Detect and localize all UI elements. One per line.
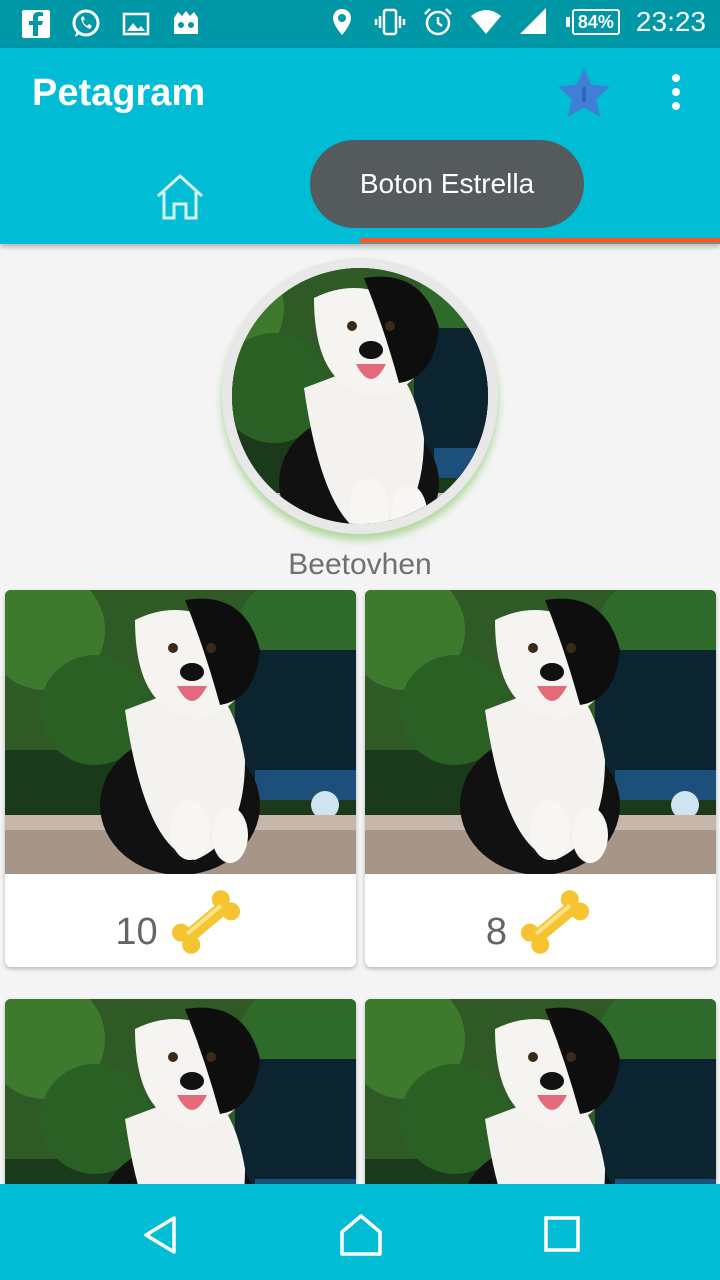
like-count: 10 <box>115 911 158 953</box>
battery-level: 84% <box>571 9 620 35</box>
gallery-icon <box>122 12 150 36</box>
bone-icon[interactable] <box>515 884 595 960</box>
likes-row: 10 <box>5 880 356 960</box>
home-icon[interactable] <box>150 172 210 222</box>
game-icon <box>174 11 198 34</box>
pet-card[interactable]: 10 <box>5 590 356 967</box>
system-icons: 84% 23:23 <box>326 6 706 38</box>
status-bar: 84% 23:23 <box>0 0 720 48</box>
like-count: 8 <box>485 911 508 953</box>
pet-photo <box>365 590 716 874</box>
more-vert-icon[interactable] <box>660 72 692 112</box>
recents-icon[interactable] <box>540 1212 586 1258</box>
pet-card[interactable]: 8 <box>365 590 716 967</box>
facebook-icon <box>22 10 50 38</box>
star-icon[interactable] <box>554 64 614 124</box>
pet-photo <box>5 999 356 1184</box>
pet-photo <box>365 999 716 1184</box>
wifi-icon <box>470 10 501 34</box>
likes-row: 8 <box>365 880 716 960</box>
location-icon <box>332 9 351 35</box>
bone-icon[interactable] <box>166 884 246 960</box>
whatsapp-icon <box>72 9 100 37</box>
toast-message: Boton Estrella <box>310 140 584 228</box>
vibrate-icon <box>374 8 406 36</box>
battery-icon: 84% <box>565 9 620 35</box>
pet-card[interactable] <box>365 999 716 1184</box>
profile-avatar <box>222 258 498 534</box>
tab-indicator <box>360 238 720 243</box>
app-title: Petagram <box>32 72 206 114</box>
notification-icons <box>20 8 202 40</box>
signal-icon <box>519 8 546 34</box>
pet-card[interactable] <box>5 999 356 1184</box>
back-icon[interactable] <box>138 1212 184 1258</box>
home-nav-icon[interactable] <box>338 1212 384 1258</box>
clock: 23:23 <box>635 6 706 37</box>
profile-photo <box>232 268 488 524</box>
alarm-icon <box>424 8 452 36</box>
pet-photo <box>5 590 356 874</box>
profile-name: Beetovhen <box>288 548 432 581</box>
navigation-bar <box>0 1184 720 1280</box>
